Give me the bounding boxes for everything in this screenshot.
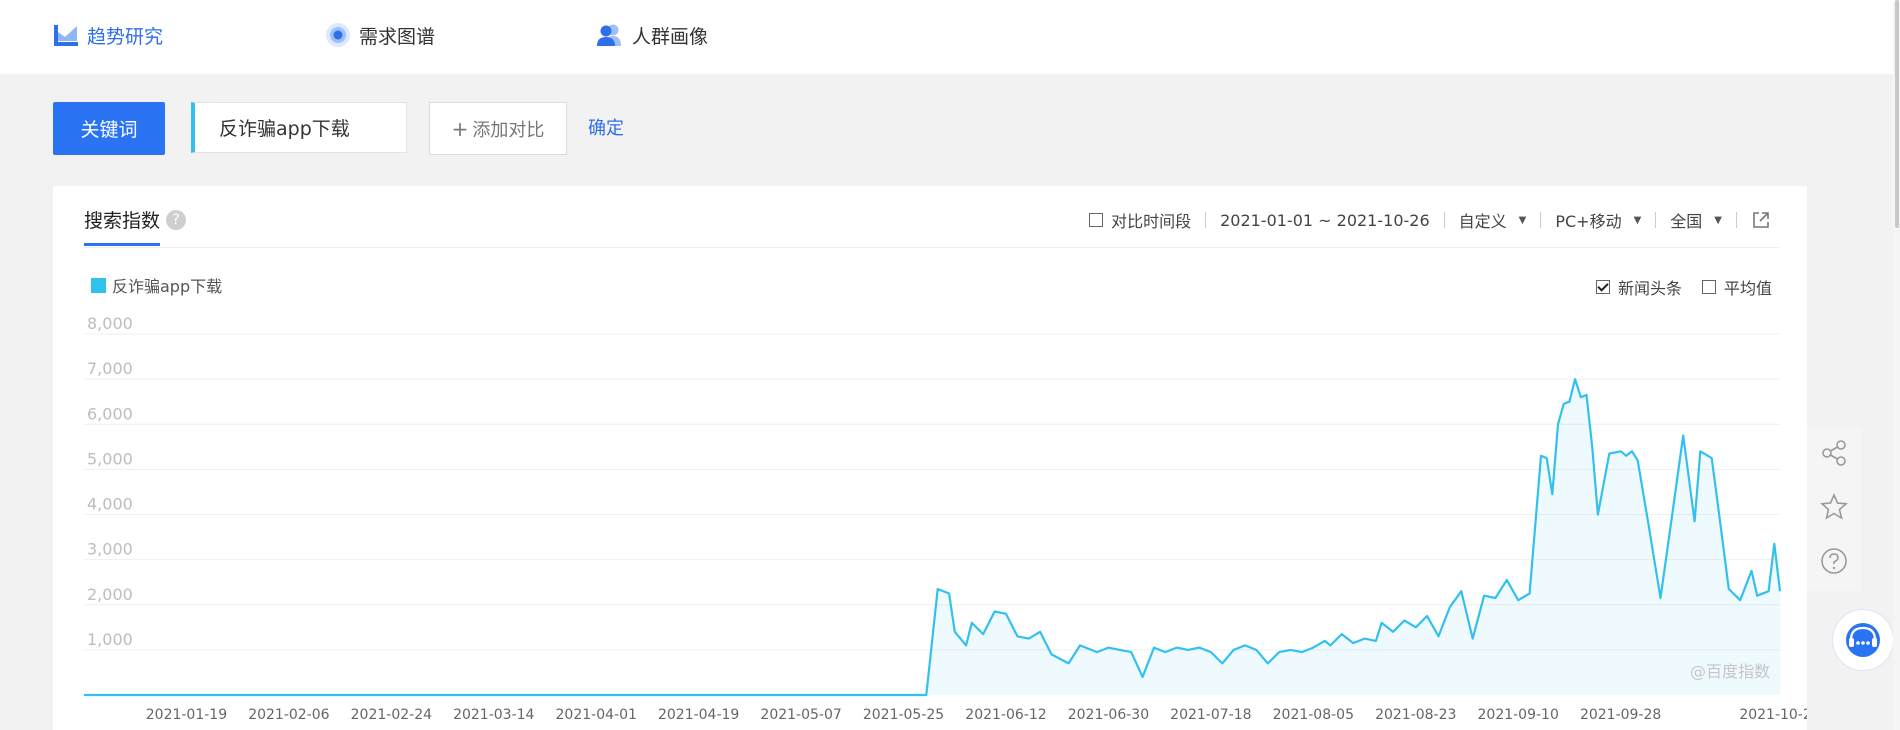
nav-label-audience: 人群画像 <box>632 25 709 48</box>
trend-icon <box>54 25 78 46</box>
y-tick-label: 2,000 <box>87 585 133 604</box>
y-tick-label: 5,000 <box>87 449 133 468</box>
top-nav: 趋势研究 需求图谱 人群画像 <box>0 0 1900 74</box>
search-index-chart[interactable]: 1,000 2,000 3,000 4,000 5,000 6,000 7,000 8,000… <box>53 186 1807 730</box>
y-tick-label: 4,000 <box>87 495 133 514</box>
x-tick-label: 2021-02-24 <box>351 707 432 723</box>
scrollbar-thumb[interactable] <box>1895 0 1899 228</box>
nav-item-demand[interactable]: 需求图谱 <box>325 20 435 50</box>
keyword-input[interactable]: 反诈骗app下载 <box>191 102 407 153</box>
x-tick-label: 2021-01-19 <box>146 707 227 723</box>
nav-label-demand: 需求图谱 <box>359 25 436 48</box>
add-compare-button[interactable]: + 添加对比 <box>429 102 567 155</box>
y-tick-label: 8,000 <box>87 314 133 333</box>
nav-label-trend: 趋势研究 <box>87 25 164 48</box>
plus-icon: + <box>451 116 469 141</box>
people-icon <box>597 24 621 46</box>
x-tick-label: 2021-02-06 <box>248 707 329 723</box>
nav-item-trend[interactable]: 趋势研究 <box>53 20 163 50</box>
x-tick-label: 2021-04-01 <box>556 707 637 723</box>
headset-chat-icon <box>1846 623 1880 657</box>
y-tick-label: 6,000 <box>87 404 133 423</box>
y-tick-label: 7,000 <box>87 359 133 378</box>
x-tick-label: 2021-03-14 <box>453 707 534 723</box>
x-tick-label: 2021-07-18 <box>1170 707 1251 723</box>
target-icon <box>326 23 350 47</box>
keyword-button[interactable]: 关键词 <box>53 102 165 155</box>
question-icon[interactable] <box>1819 546 1849 576</box>
x-tick-label: 2021-05-25 <box>863 707 944 723</box>
star-icon[interactable] <box>1819 492 1849 522</box>
y-tick-label: 1,000 <box>87 630 133 649</box>
chart-watermark: @百度指数 <box>1690 662 1770 681</box>
x-tick-label: 2021-09-10 <box>1478 707 1559 723</box>
nav-item-audience[interactable]: 人群画像 <box>596 20 708 50</box>
x-tick-label: 2021-04-19 <box>658 707 739 723</box>
chat-button[interactable] <box>1832 609 1894 671</box>
x-tick-label: 2021-08-23 <box>1375 707 1456 723</box>
x-tick-label: 2021-08-05 <box>1273 707 1354 723</box>
side-toolbar <box>1807 428 1862 591</box>
add-compare-label: 添加对比 <box>472 119 545 141</box>
x-tick-label: 2021-06-30 <box>1068 707 1149 723</box>
search-index-card: 搜索指数 ? 对比时间段 2021-01-01 ~ 2021-10-26 自定义… <box>53 186 1807 730</box>
x-tick-label: 2021-10-26 <box>1739 707 1807 723</box>
share-icon[interactable] <box>1819 438 1849 468</box>
x-tick-label: 2021-09-28 <box>1580 707 1661 723</box>
x-tick-label: 2021-06-12 <box>965 707 1046 723</box>
x-tick-label: 2021-05-07 <box>760 707 841 723</box>
y-tick-label: 3,000 <box>87 540 133 559</box>
keyword-value: 反诈骗app下载 <box>219 118 350 140</box>
confirm-link[interactable]: 确定 <box>588 114 624 140</box>
